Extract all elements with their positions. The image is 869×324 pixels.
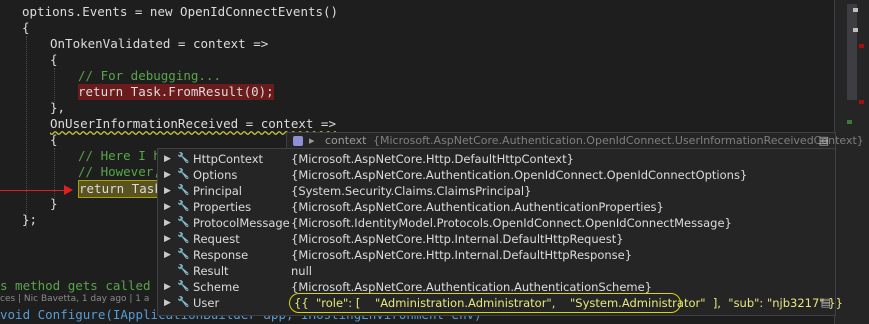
property-value[interactable]: {Microsoft.AspNetCore.Http.DefaultHttpCo…	[291, 151, 574, 167]
wrench-icon: 🔧	[177, 233, 190, 244]
annotation-arrow	[0, 190, 70, 191]
code-text: {	[50, 52, 58, 67]
vertical-scrollbar[interactable]	[834, 0, 869, 324]
code-line[interactable]: }	[50, 196, 58, 212]
code-text: s method gets called	[0, 278, 151, 293]
code-line[interactable]: };	[22, 212, 37, 228]
property-name: Options	[193, 168, 238, 182]
pin-icon[interactable]: ▤	[821, 295, 831, 311]
property-name: Scheme	[193, 280, 240, 294]
property-value[interactable]: {Microsoft.IdentityModel.Protocols.OpenI…	[291, 215, 732, 231]
code-text: {	[50, 132, 58, 147]
property-value[interactable]: {Microsoft.AspNetCore.Authentication.Ope…	[291, 167, 747, 183]
code-text: OnTokenValidated = context =>	[50, 36, 269, 51]
scroll-marker	[859, 44, 864, 48]
code-line[interactable]: options.Events = new OpenIdConnectEvents…	[22, 4, 338, 20]
property-name: User	[193, 296, 220, 310]
code-line[interactable]: {	[22, 20, 30, 36]
wrench-icon: 🔧	[177, 153, 190, 164]
code-text: {	[22, 20, 30, 35]
indent-guide	[54, 148, 55, 200]
datatip-row[interactable]: ▶ 🔧 Options {Microsoft.AspNetCore.Authen…	[158, 167, 835, 183]
comment-line[interactable]: // However,	[78, 164, 161, 180]
wrench-icon: 🔧	[177, 201, 190, 212]
expand-icon[interactable]: ▶	[164, 151, 172, 167]
code-text: return Task	[79, 181, 162, 196]
current-statement-line[interactable]: return Task	[78, 180, 163, 198]
property-value[interactable]: {Microsoft.AspNetCore.Http.Internal.Defa…	[291, 247, 632, 263]
breakpoint-line[interactable]: return Task.FromResult(0);	[78, 84, 274, 100]
annotation-arrow-head	[64, 185, 73, 195]
code-text: };	[22, 212, 38, 227]
expand-icon[interactable]: ▶	[164, 167, 172, 183]
expand-icon[interactable]: ▶	[164, 199, 172, 215]
expand-icon[interactable]: ▶	[164, 231, 172, 247]
code-line[interactable]: OnTokenValidated = context =>	[50, 36, 268, 52]
codelens-info[interactable]: ces | Nic Bavetta, 1 day ago | 1 a	[0, 293, 149, 306]
code-text: return Task.FromResult(0);	[78, 84, 274, 99]
property-name: Properties	[193, 200, 252, 214]
property-value[interactable]: {Microsoft.AspNetCore.Authentication.Aut…	[291, 199, 664, 215]
datatip-row[interactable]: ▶ 🔧 ProtocolMessage {Microsoft.IdentityM…	[158, 215, 835, 231]
indent-guide	[54, 68, 55, 104]
datatip-row[interactable]: ▶ 🔧 User {{ "role": [ "Administration.Ad…	[158, 293, 843, 313]
code-text: }	[50, 196, 58, 211]
code-text: // However,	[78, 164, 161, 179]
expand-icon[interactable]: ▶	[164, 183, 172, 199]
wrench-icon: 🔧	[177, 169, 190, 180]
code-text: // Here I h	[78, 148, 161, 163]
scroll-marker	[853, 8, 858, 12]
code-line[interactable]: },	[50, 100, 65, 116]
scroll-marker	[853, 28, 858, 32]
datatip-row[interactable]: ▶ 🔧 Request {Microsoft.AspNetCore.Http.I…	[158, 231, 835, 247]
property-value[interactable]: {System.Security.Claims.ClaimsPrincipal}	[291, 183, 531, 199]
property-name: Principal	[193, 184, 243, 198]
indent-guide	[26, 36, 27, 228]
scroll-marker	[847, 120, 852, 124]
datatip-row[interactable]: 🔧 Result null	[158, 263, 835, 279]
datatip-row[interactable]: ▶ 🔧 HttpContext {Microsoft.AspNetCore.Ht…	[158, 151, 835, 167]
property-name: Response	[193, 248, 249, 262]
code-line[interactable]: {	[50, 132, 58, 148]
expand-icon[interactable]: ▸	[309, 133, 315, 149]
code-text: OnUserInformationReceived = context =>	[50, 116, 336, 131]
wrench-icon: 🔧	[177, 217, 190, 228]
code-text: },	[50, 100, 66, 115]
property-name: Request	[193, 232, 240, 246]
scrollbar-thumb[interactable]	[847, 4, 857, 100]
expand-icon[interactable]: ▶	[164, 215, 172, 231]
property-name: HttpContext	[193, 152, 264, 166]
datatip-row[interactable]: ▶ 🔧 Response {Microsoft.AspNetCore.Http.…	[158, 247, 835, 263]
datatip-panel: ▶ 🔧 HttpContext {Microsoft.AspNetCore.Ht…	[157, 148, 843, 316]
property-value[interactable]: null	[291, 263, 312, 279]
pin-icon[interactable]: ▤	[819, 133, 829, 149]
datatip-row[interactable]: ▶ 🔧 Principal {System.Security.Claims.Cl…	[158, 183, 835, 199]
datatip-variable-value: {Microsoft.AspNetCore.Authentication.Ope…	[373, 134, 864, 147]
comment-line[interactable]: s method gets called	[0, 278, 151, 294]
field-icon	[293, 136, 303, 146]
datatip-row[interactable]: ▶ 🔧 Properties {Microsoft.AspNetCore.Aut…	[158, 199, 835, 215]
expand-icon[interactable]: ▶	[164, 247, 172, 263]
scroll-marker	[859, 100, 864, 104]
wrench-icon: 🔧	[177, 185, 190, 196]
wrench-icon: 🔧	[177, 249, 190, 260]
comment-line[interactable]: // Here I h	[78, 148, 161, 164]
property-name: Result	[193, 264, 229, 278]
expand-icon[interactable]: ▶	[164, 295, 172, 311]
datatip-variable-name: context	[325, 134, 367, 147]
property-value[interactable]: {Microsoft.AspNetCore.Http.Internal.Defa…	[291, 231, 624, 247]
wrench-icon: 🔧	[177, 265, 190, 276]
code-text: options.Events = new OpenIdConnectEvents…	[22, 4, 339, 19]
comment-line[interactable]: // For debugging...	[78, 68, 221, 84]
code-line[interactable]: {	[50, 52, 58, 68]
wrench-icon: 🔧	[177, 297, 190, 308]
property-name: ProtocolMessage	[193, 216, 290, 230]
wrench-icon: 🔧	[177, 281, 190, 292]
expand-icon[interactable]: ▶	[164, 279, 172, 295]
code-text: // For debugging...	[78, 68, 221, 83]
property-value[interactable]: {{ "role": [ "Administration.Administrat…	[294, 295, 843, 311]
code-line[interactable]: OnUserInformationReceived = context =>	[50, 116, 336, 132]
